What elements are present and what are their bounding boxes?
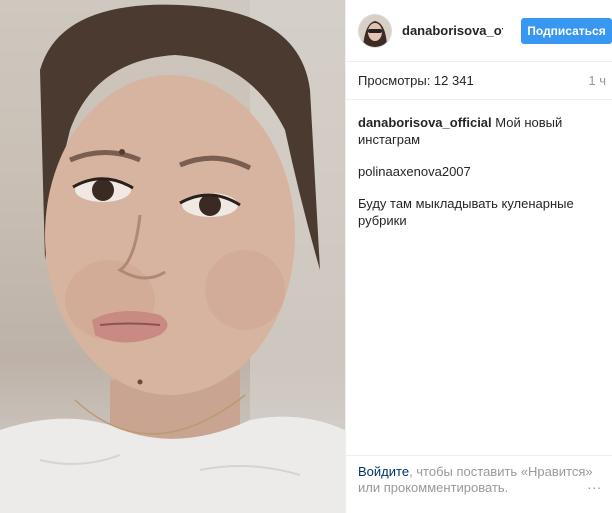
username[interactable]: danaborisova_of... [402, 23, 503, 38]
views-count: Просмотры: 12 341 [358, 73, 474, 88]
more-options-icon[interactable]: ... [587, 476, 602, 492]
video-player[interactable] [0, 0, 345, 513]
post-header: danaborisova_of... Подписаться [346, 0, 612, 62]
list-item: Буду там мыкладывать куленарные рубрики [358, 195, 602, 229]
avatar[interactable] [358, 13, 392, 48]
list-item: polinaaxenova2007 [358, 163, 602, 180]
video-frame [0, 0, 345, 513]
comment-text: Буду там мыкладывать куленарные рубрики [358, 196, 574, 228]
post-footer: Войдите, чтобы поставить «Нравится» или … [346, 455, 612, 513]
avatar-image [359, 14, 391, 47]
comment-list: danaborisova_official Мой новый инстагра… [346, 100, 612, 229]
comment-author[interactable]: danaborisova_official [358, 115, 492, 130]
login-link[interactable]: Войдите [358, 464, 409, 479]
comment-text: polinaaxenova2007 [358, 164, 471, 179]
follow-button[interactable]: Подписаться [521, 17, 612, 44]
caption: danaborisova_official Мой новый инстагра… [358, 114, 602, 148]
instagram-post: danaborisova_of... Подписаться Просмотры… [0, 0, 612, 513]
post-timestamp[interactable]: 1 ч [588, 73, 606, 88]
post-sidebar: danaborisova_of... Подписаться Просмотры… [345, 0, 612, 513]
post-stats: Просмотры: 12 341 1 ч [346, 62, 612, 100]
